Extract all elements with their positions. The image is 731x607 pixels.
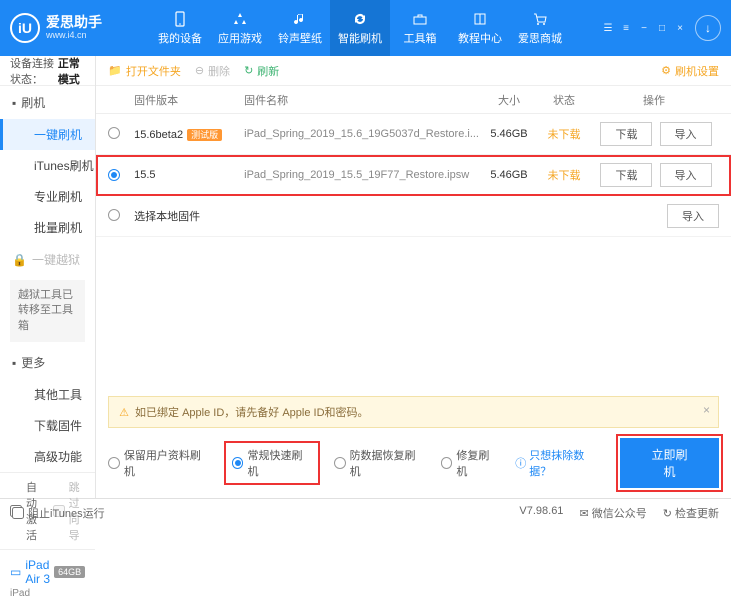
menu-icon[interactable]: ☰ <box>601 21 615 35</box>
warning-icon: ⚠ <box>119 406 129 419</box>
nav-my-device[interactable]: 我的设备 <box>150 0 210 56</box>
update-icon: ↻ <box>663 508 672 520</box>
flash-now-button[interactable]: 立即刷机 <box>620 438 719 488</box>
minimize-icon[interactable]: − <box>637 21 651 35</box>
sidebar-item-advanced[interactable]: 高级功能 <box>0 441 95 472</box>
sidebar-item-itunes[interactable]: iTunes刷机 <box>0 150 95 181</box>
warning-bar: ⚠ 如已绑定 Apple ID，请先备好 Apple ID和密码。 × <box>108 396 719 428</box>
radio-icon <box>441 457 453 469</box>
delete-button[interactable]: ⊖ 删除 <box>195 63 230 79</box>
version-label: V7.98.61 <box>519 505 563 521</box>
sidebar-item-download-fw[interactable]: 下载固件 <box>0 410 95 441</box>
book-icon <box>471 10 489 28</box>
nav-tutorial[interactable]: 教程中心 <box>450 0 510 56</box>
refresh-icon: ↻ <box>244 64 253 77</box>
only-erase-link[interactable]: ⓘ只想抹除数据？ <box>515 447 604 479</box>
device-info[interactable]: ▭ iPad Air 3 64GB iPad <box>0 549 95 607</box>
mode-keep-data[interactable]: 保留用户资料刷机 <box>108 447 210 479</box>
logo-icon: iU <box>10 13 40 43</box>
table-row-local[interactable]: 选择本地固件 导入 <box>96 196 731 237</box>
delete-icon: ⊖ <box>195 64 204 77</box>
maximize-icon[interactable]: □ <box>655 21 669 35</box>
toolbox-icon <box>411 10 429 28</box>
music-icon <box>291 10 309 28</box>
flash-settings-button[interactable]: ⚙ 刷机设置 <box>661 63 719 79</box>
radio-icon <box>108 457 120 469</box>
radio-icon <box>334 457 346 469</box>
titlebar: iU 爱思助手 www.i4.cn 我的设备 应用游戏 铃声壁纸 智能刷机 工具… <box>0 0 731 56</box>
sidebar-group-flash[interactable]: ▪ 刷机 <box>0 86 95 119</box>
sidebar-group-jailbreak[interactable]: 🔒 一键越狱 <box>0 243 95 276</box>
import-button[interactable]: 导入 <box>660 163 712 187</box>
refresh-button[interactable]: ↻ 刷新 <box>244 63 279 79</box>
wechat-link[interactable]: ✉ 微信公众号 <box>579 505 646 521</box>
open-folder-button[interactable]: 📁 打开文件夹 <box>108 63 181 79</box>
window-controls: ☰ ≡ − □ × <box>601 21 687 35</box>
sidebar-item-batch[interactable]: 批量刷机 <box>0 212 95 243</box>
mode-anti-recover[interactable]: 防数据恢复刷机 <box>334 447 425 479</box>
phone-icon: ▪ <box>12 96 16 110</box>
check-update-link[interactable]: ↻ 检查更新 <box>663 505 719 521</box>
download-button[interactable]: 下载 <box>600 122 652 146</box>
table-row[interactable]: 15.6beta2测试版 iPad_Spring_2019_15.6_19G50… <box>96 114 731 155</box>
apps-icon <box>231 10 249 28</box>
storage-badge: 64GB <box>54 566 85 578</box>
radio-icon <box>232 457 244 469</box>
nav-label: 智能刷机 <box>338 30 382 46</box>
top-nav: 我的设备 应用游戏 铃声壁纸 智能刷机 工具箱 教程中心 爱思商城 <box>150 0 601 56</box>
nav-store[interactable]: 爱思商城 <box>510 0 570 56</box>
sidebar-item-oneclick[interactable]: 一键刷机 <box>0 119 95 150</box>
content: 📁 打开文件夹 ⊖ 删除 ↻ 刷新 ⚙ 刷机设置 固件版本 固件名称 大小 状态… <box>96 56 731 498</box>
sidebar-item-pro[interactable]: 专业刷机 <box>0 181 95 212</box>
brand-url: www.i4.cn <box>46 31 102 41</box>
info-icon: ⓘ <box>515 455 526 471</box>
folder-icon: 📁 <box>108 64 122 77</box>
nav-ringtone[interactable]: 铃声壁纸 <box>270 0 330 56</box>
mode-quick[interactable]: 常规快速刷机 <box>226 443 318 483</box>
wechat-icon: ✉ <box>579 508 588 520</box>
table-header: 固件版本 固件名称 大小 状态 操作 <box>96 86 731 114</box>
radio-icon[interactable] <box>108 127 120 139</box>
footer: 阻止iTunes运行 V7.98.61 ✉ 微信公众号 ↻ 检查更新 <box>0 498 731 526</box>
mode-bar: 保留用户资料刷机 常规快速刷机 防数据恢复刷机 修复刷机 ⓘ只想抹除数据？ 立即… <box>96 428 731 498</box>
mode-repair[interactable]: 修复刷机 <box>441 447 500 479</box>
more-icon: ▪ <box>12 356 16 370</box>
nav-flash[interactable]: 智能刷机 <box>330 0 390 56</box>
settings-icon[interactable]: ≡ <box>619 21 633 35</box>
brand-name: 爱思助手 <box>46 15 102 30</box>
lock-icon: 🔒 <box>12 253 27 267</box>
nav-label: 应用游戏 <box>218 30 262 46</box>
connection-status: 设备连接状态：正常模式 <box>0 56 95 86</box>
nav-tools[interactable]: 工具箱 <box>390 0 450 56</box>
block-itunes-check[interactable]: 阻止iTunes运行 <box>12 505 105 521</box>
sidebar-item-other-tools[interactable]: 其他工具 <box>0 379 95 410</box>
download-icon[interactable]: ↓ <box>695 15 721 41</box>
logo: iU 爱思助手 www.i4.cn <box>10 13 150 43</box>
nav-label: 工具箱 <box>404 30 437 46</box>
gear-icon: ⚙ <box>661 64 671 77</box>
nav-apps[interactable]: 应用游戏 <box>210 0 270 56</box>
tablet-icon: ▭ <box>10 565 21 579</box>
nav-label: 爱思商城 <box>518 30 562 46</box>
table-row[interactable]: 15.5 iPad_Spring_2019_15.5_19F77_Restore… <box>96 155 731 196</box>
sidebar: 设备连接状态：正常模式 ▪ 刷机 一键刷机 iTunes刷机 专业刷机 批量刷机… <box>0 56 96 498</box>
nav-label: 我的设备 <box>158 30 202 46</box>
refresh-icon <box>351 10 369 28</box>
nav-label: 教程中心 <box>458 30 502 46</box>
import-button[interactable]: 导入 <box>667 204 719 228</box>
sidebar-group-more[interactable]: ▪ 更多 <box>0 346 95 379</box>
phone-icon <box>171 10 189 28</box>
download-button[interactable]: 下载 <box>600 163 652 187</box>
radio-icon[interactable] <box>108 209 120 221</box>
beta-tag: 测试版 <box>187 129 222 141</box>
import-button[interactable]: 导入 <box>660 122 712 146</box>
jailbreak-note: 越狱工具已转移至工具箱 <box>10 280 85 342</box>
cart-icon <box>531 10 549 28</box>
close-icon[interactable]: × <box>673 21 687 35</box>
close-icon[interactable]: × <box>703 403 710 417</box>
toolbar: 📁 打开文件夹 ⊖ 删除 ↻ 刷新 ⚙ 刷机设置 <box>96 56 731 86</box>
nav-label: 铃声壁纸 <box>278 30 322 46</box>
radio-icon[interactable] <box>108 169 120 181</box>
